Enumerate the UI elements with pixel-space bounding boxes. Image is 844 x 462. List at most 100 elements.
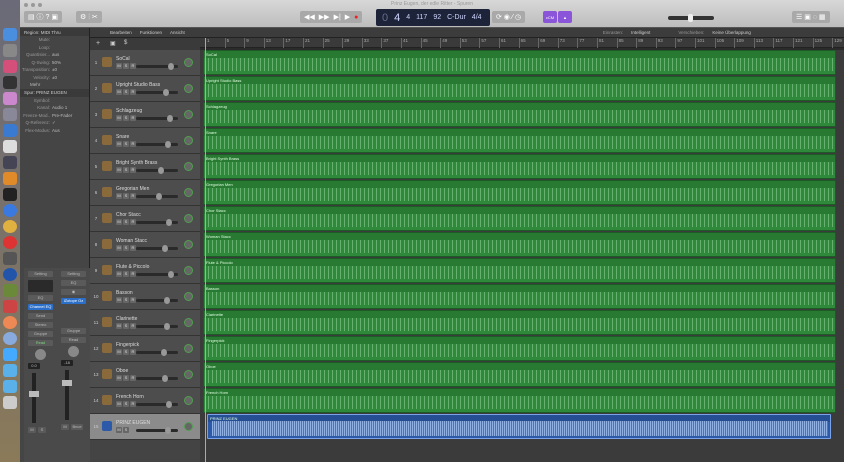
eq-button[interactable]: EQ: [28, 295, 53, 301]
pan-knob[interactable]: [35, 349, 46, 360]
app-icon[interactable]: [3, 236, 17, 249]
track-header[interactable]: 12 Fingerpick MSR: [90, 336, 200, 362]
track-header[interactable]: 9 Flute & Piccolo MSR: [90, 258, 200, 284]
midi-region[interactable]: Woman Stacc: [203, 232, 836, 257]
track-name[interactable]: French Horn: [116, 394, 144, 400]
global-tracks-icon[interactable]: ▣: [110, 40, 116, 47]
mute-button[interactable]: M: [116, 167, 122, 173]
track-name[interactable]: Upright Studio Bass: [116, 82, 160, 88]
solo-button[interactable]: S: [123, 219, 129, 225]
menu-ansicht[interactable]: Ansicht: [170, 30, 185, 35]
track-header[interactable]: 4 Snare MSR: [90, 128, 200, 154]
midi-region[interactable]: French Horn: [203, 388, 836, 413]
pan-knob[interactable]: [184, 84, 193, 93]
mute-button[interactable]: M: [61, 424, 69, 430]
add-track-icon[interactable]: +: [96, 40, 100, 47]
mute-button[interactable]: M: [116, 297, 122, 303]
pan-knob[interactable]: [184, 422, 193, 431]
mute-button[interactable]: M: [116, 323, 122, 329]
inspector-row[interactable]: Velocity: ±0: [20, 74, 89, 82]
playhead[interactable]: [205, 38, 206, 462]
midi-region[interactable]: Gregorian Men: [203, 180, 836, 205]
folder-icon[interactable]: [3, 380, 17, 393]
track-name[interactable]: Fingerpick: [116, 342, 139, 348]
mute-button[interactable]: M: [116, 375, 122, 381]
pan-knob[interactable]: [184, 344, 193, 353]
pan-knob[interactable]: [184, 110, 193, 119]
pan-knob[interactable]: [184, 214, 193, 223]
solo-button[interactable]: S: [123, 193, 129, 199]
track-name[interactable]: Bright Synth Brass: [116, 160, 157, 166]
pan-knob[interactable]: [184, 58, 193, 67]
solo-button[interactable]: S: [123, 167, 129, 173]
mute-button[interactable]: M: [116, 115, 122, 121]
view-buttons[interactable]: ▤ ⓘ ? ▣: [24, 11, 62, 23]
app-icon[interactable]: [3, 124, 17, 137]
inspector-value[interactable]: Pre-Fader: [52, 113, 72, 118]
trash-icon[interactable]: [3, 396, 17, 409]
volume-slider[interactable]: [136, 167, 178, 174]
app-icon[interactable]: [3, 252, 17, 265]
solo-button[interactable]: S: [123, 271, 129, 277]
volume-slider[interactable]: [136, 89, 178, 96]
app-icon[interactable]: [3, 316, 17, 329]
volume-slider[interactable]: [136, 297, 178, 304]
app-icon[interactable]: [3, 300, 17, 313]
setting-button[interactable]: Setting: [61, 271, 86, 277]
automation-mode[interactable]: Read: [28, 340, 53, 346]
output-slot[interactable]: Stereo: [28, 322, 53, 328]
midi-region[interactable]: Upright Studio Bass: [203, 76, 836, 101]
logic-icon[interactable]: [3, 188, 17, 201]
track-header[interactable]: 3 Schlagzeug MSR: [90, 102, 200, 128]
app-icon[interactable]: [3, 60, 17, 73]
play-icon[interactable]: ▶: [345, 13, 350, 21]
audio-region[interactable]: PRINZ EUGEN: [207, 414, 831, 439]
mode-buttons[interactable]: ⟳ ◉ ⁄ ◷: [492, 11, 526, 23]
pan-knob[interactable]: [184, 136, 193, 145]
folder-icon[interactable]: [3, 364, 17, 377]
inspector-value[interactable]: Aus: [52, 128, 60, 133]
setting-button[interactable]: Setting: [28, 271, 53, 277]
mute-button[interactable]: M: [116, 245, 122, 251]
pan-knob[interactable]: [184, 370, 193, 379]
master-volume-slider[interactable]: [668, 14, 714, 22]
midi-region[interactable]: Oboe: [203, 362, 836, 387]
inspector-row[interactable]: Mute:: [20, 36, 89, 44]
mute-button[interactable]: M: [116, 349, 122, 355]
midi-region[interactable]: Clarinette: [203, 310, 836, 335]
app-icon[interactable]: [3, 220, 17, 233]
edit-buttons[interactable]: ⚙ ⫶ ✂: [76, 11, 102, 23]
snap-select[interactable]: Intelligent: [631, 30, 650, 35]
bounce-button[interactable]: Bnce: [71, 424, 83, 430]
volume-slider[interactable]: [136, 401, 178, 408]
track-header[interactable]: Spur: PRINZ EUGEN: [20, 88, 89, 97]
pan-knob[interactable]: [184, 188, 193, 197]
eq-display[interactable]: [28, 280, 53, 292]
to-start-icon[interactable]: ▶|: [334, 13, 341, 21]
volume-slider[interactable]: [136, 375, 178, 382]
app-icon[interactable]: [3, 108, 17, 121]
mute-button[interactable]: M: [116, 401, 122, 407]
volume-slider[interactable]: [136, 193, 178, 200]
pan-knob[interactable]: [184, 162, 193, 171]
app-icon[interactable]: [3, 268, 17, 281]
window-buttons[interactable]: ☰ ▣ ◌ ▦: [792, 11, 830, 23]
pan-knob[interactable]: [184, 266, 193, 275]
forward-icon[interactable]: ▶▶: [319, 13, 330, 21]
inspector-value[interactable]: ±0: [52, 67, 57, 72]
safari-icon[interactable]: [3, 204, 17, 217]
mute-button[interactable]: M: [116, 219, 122, 225]
lcm-button[interactable]: cCM: [543, 11, 557, 23]
track-header[interactable]: 1 SoCal MSR: [90, 50, 200, 76]
app-icon[interactable]: [3, 284, 17, 297]
ruler[interactable]: 1 5 9 13 17 21 25 29 33 37 41 45 49 53 57 61 65 69 73 77 81 8…: [200, 38, 844, 48]
track-name[interactable]: SoCal: [116, 56, 130, 62]
track-name[interactable]: Gregorian Men: [116, 186, 149, 192]
track-name[interactable]: Basson: [116, 290, 133, 296]
plugin-slot[interactable]: iZotope Oz: [61, 298, 86, 304]
pan-knob[interactable]: [184, 292, 193, 301]
transport[interactable]: ◀◀ ▶▶ ▶| ▶ ●: [300, 11, 363, 23]
solo-button[interactable]: S: [123, 349, 129, 355]
track-name[interactable]: Clarinette: [116, 316, 137, 322]
inspector-value[interactable]: aus: [52, 52, 59, 57]
